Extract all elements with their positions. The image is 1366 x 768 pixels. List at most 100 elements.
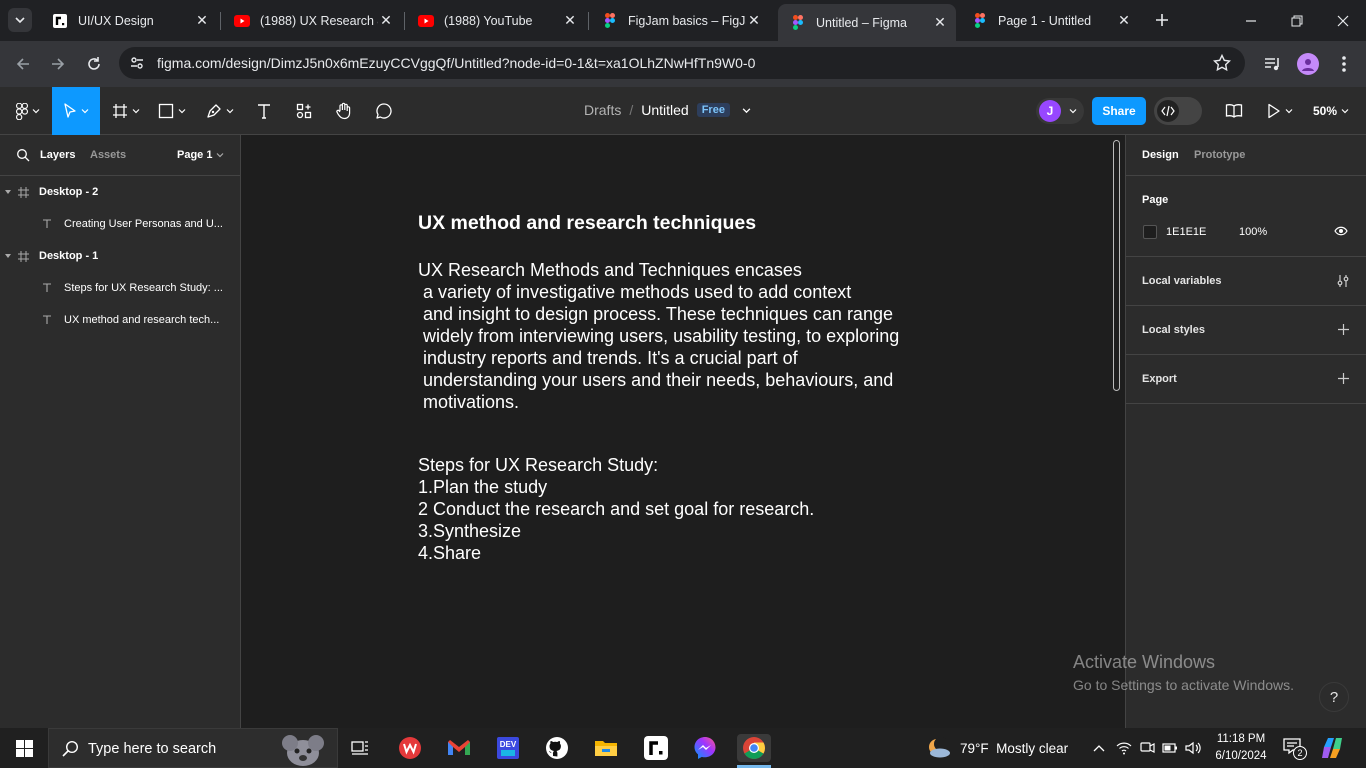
layer-text[interactable]: Steps for UX Research Study: ... <box>0 272 240 304</box>
roadmap-app-icon[interactable] <box>642 734 670 762</box>
browser-tab[interactable]: (1988) YouTube ✕ <box>406 6 586 35</box>
dev-community-icon[interactable]: DEV <box>494 734 522 762</box>
close-icon[interactable]: ✕ <box>378 12 394 29</box>
canvas-paragraph-line[interactable]: widely from interviewing users, usabilit… <box>418 325 899 347</box>
canvas-heading[interactable]: UX method and research techniques <box>418 212 756 234</box>
canvas-paragraph-line[interactable]: and insight to design process. These tec… <box>418 303 893 325</box>
copilot-icon[interactable] <box>1320 736 1344 760</box>
close-icon[interactable]: ✕ <box>1116 12 1132 29</box>
canvas-paragraph-line[interactable]: understanding your users and their needs… <box>418 369 893 391</box>
help-button[interactable]: ? <box>1319 682 1349 712</box>
main-menu-button[interactable] <box>8 87 48 135</box>
present-button[interactable] <box>1262 87 1298 135</box>
breadcrumb-drafts[interactable]: Drafts <box>584 102 621 118</box>
address-bar[interactable]: figma.com/design/DimzJ5n0x6mEzuyCCVggQf/… <box>119 47 1245 79</box>
volume-icon[interactable] <box>1185 741 1201 755</box>
search-icon[interactable] <box>16 148 30 162</box>
multiplayer-avatar[interactable]: J <box>1036 98 1084 124</box>
resources-button[interactable] <box>288 87 320 135</box>
canvas-steps-line[interactable]: 1.Plan the study <box>418 476 547 498</box>
local-styles-section[interactable]: Local styles <box>1126 306 1366 355</box>
layer-text[interactable]: UX method and research tech... <box>0 304 240 336</box>
tab-layers[interactable]: Layers <box>40 149 75 161</box>
reload-button[interactable] <box>81 51 107 77</box>
design-canvas[interactable]: UX method and research techniques UX Res… <box>241 135 1125 728</box>
media-control-icon[interactable] <box>1262 54 1282 74</box>
tab-search-button[interactable] <box>8 8 32 32</box>
weather-widget[interactable]: 79°F Mostly clear <box>926 728 1068 768</box>
canvas-steps-line[interactable]: Steps for UX Research Study: <box>418 454 658 476</box>
file-explorer-icon[interactable] <box>592 734 620 762</box>
browser-tab[interactable]: UI/UX Design ✕ <box>40 6 218 35</box>
caret-down-icon[interactable] <box>5 253 11 259</box>
task-view-icon[interactable] <box>346 734 374 762</box>
hand-tool-button[interactable] <box>328 87 360 135</box>
battery-icon[interactable] <box>1162 741 1178 755</box>
frame-tool-button[interactable] <box>106 87 146 135</box>
forward-button[interactable] <box>45 51 71 77</box>
chrome-icon[interactable] <box>737 734 771 762</box>
file-name[interactable]: Untitled <box>641 102 688 118</box>
page-selector[interactable]: Page 1 <box>177 149 224 161</box>
canvas-steps-line[interactable]: 2 Conduct the research and set goal for … <box>418 498 814 520</box>
tab-prototype[interactable]: Prototype <box>1194 149 1245 161</box>
start-button[interactable] <box>0 728 48 768</box>
browser-tab[interactable]: (1988) UX Research & ✕ <box>222 6 402 35</box>
back-button[interactable] <box>10 51 36 77</box>
comment-tool-button[interactable] <box>368 87 400 135</box>
dev-mode-toggle[interactable] <box>1154 97 1202 125</box>
layer-text[interactable]: Creating User Personas and U... <box>0 208 240 240</box>
browser-tab[interactable]: FigJam basics – FigJa ✕ <box>590 6 770 35</box>
canvas-paragraph-line[interactable]: motivations. <box>418 391 519 413</box>
layer-frame-desktop-2[interactable]: Desktop - 2 <box>0 176 240 208</box>
page-color-swatch[interactable] <box>1143 225 1157 239</box>
library-button[interactable] <box>1218 87 1250 135</box>
pen-tool-button[interactable] <box>200 87 240 135</box>
restore-button[interactable] <box>1274 0 1320 41</box>
canvas-paragraph-line[interactable]: UX Research Methods and Techniques encas… <box>418 259 802 281</box>
canvas-paragraph-line[interactable]: industry reports and trends. It's a cruc… <box>418 347 798 369</box>
caret-down-icon[interactable] <box>5 189 11 195</box>
close-icon[interactable]: ✕ <box>746 12 762 29</box>
gmail-icon[interactable] <box>445 734 473 762</box>
notification-center[interactable]: 2 <box>1282 737 1307 760</box>
close-icon[interactable]: ✕ <box>562 12 578 29</box>
canvas-steps-line[interactable]: 3.Synthesize <box>418 520 521 542</box>
browser-menu-icon[interactable] <box>1334 54 1354 74</box>
tab-assets[interactable]: Assets <box>90 149 126 161</box>
close-icon[interactable]: ✕ <box>194 12 210 29</box>
local-variables-section[interactable]: Local variables <box>1126 257 1366 306</box>
messenger-icon[interactable] <box>691 734 719 762</box>
zoom-dropdown[interactable]: 50% <box>1308 87 1354 135</box>
close-icon[interactable]: ✕ <box>932 14 948 31</box>
canvas-paragraph-line[interactable]: a variety of investigative methods used … <box>418 281 851 303</box>
chevron-down-icon[interactable] <box>742 106 751 115</box>
plus-icon[interactable] <box>1337 372 1350 385</box>
export-section[interactable]: Export <box>1126 355 1366 404</box>
clock[interactable]: 11:18 PM 6/10/2024 <box>1210 731 1272 765</box>
move-tool-button[interactable] <box>52 87 100 135</box>
share-button[interactable]: Share <box>1092 97 1146 125</box>
wps-office-icon[interactable] <box>396 734 424 762</box>
variables-adjust-icon[interactable] <box>1336 274 1350 288</box>
tab-design[interactable]: Design <box>1142 149 1179 161</box>
browser-tab[interactable]: Page 1 - Untitled ✕ <box>960 6 1140 35</box>
canvas-scrollbar[interactable] <box>1113 140 1120 391</box>
page-color-hex[interactable]: 1E1E1E <box>1166 226 1206 238</box>
new-tab-button[interactable] <box>1150 8 1174 32</box>
plus-icon[interactable] <box>1337 323 1350 336</box>
canvas-steps-line[interactable]: 4.Share <box>418 542 481 564</box>
site-settings-icon[interactable] <box>129 55 145 71</box>
taskbar-search-box[interactable]: Type here to search <box>48 728 338 768</box>
layer-frame-desktop-1[interactable]: Desktop - 1 <box>0 240 240 272</box>
shape-tool-button[interactable] <box>152 87 192 135</box>
text-tool-button[interactable] <box>248 87 280 135</box>
github-icon[interactable] <box>543 734 571 762</box>
meet-now-icon[interactable] <box>1139 740 1155 756</box>
eye-icon[interactable] <box>1334 226 1348 236</box>
minimize-button[interactable] <box>1228 0 1274 41</box>
page-opacity[interactable]: 100% <box>1239 226 1267 238</box>
url-text[interactable]: figma.com/design/DimzJ5n0x6mEzuyCCVggQf/… <box>157 55 755 71</box>
bookmark-star-icon[interactable] <box>1213 54 1231 72</box>
network-icon[interactable] <box>1116 741 1132 755</box>
